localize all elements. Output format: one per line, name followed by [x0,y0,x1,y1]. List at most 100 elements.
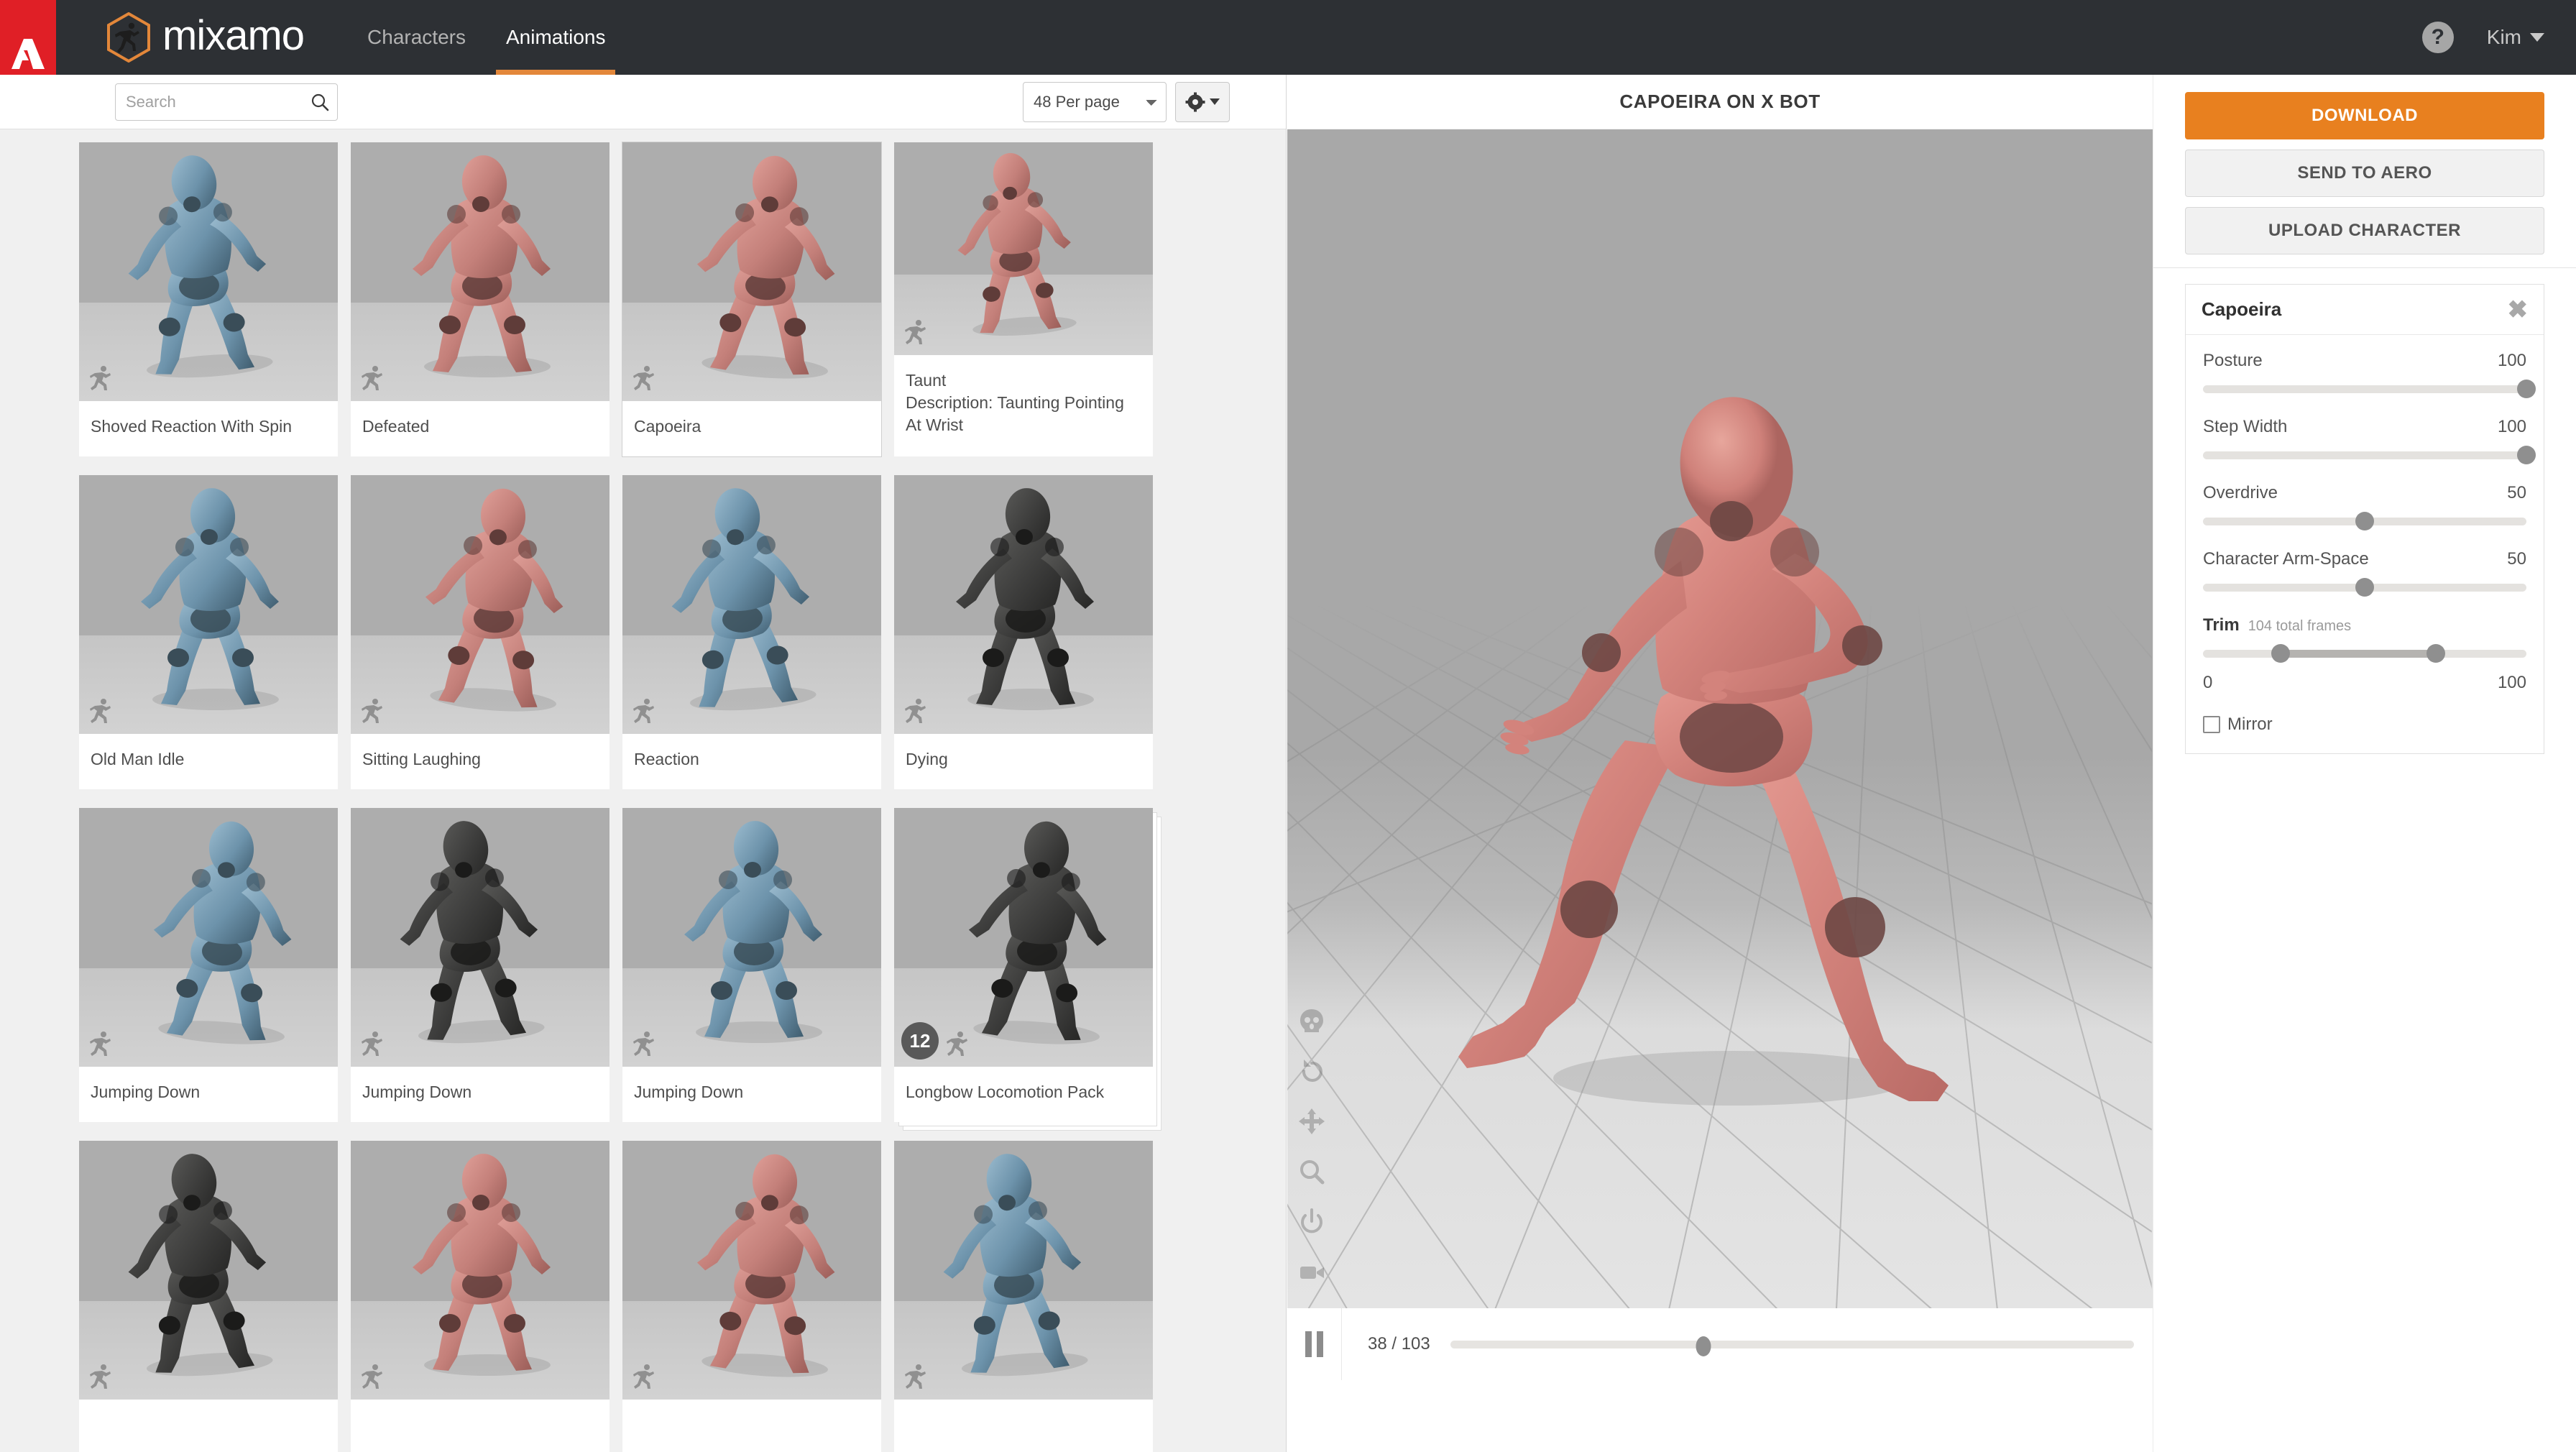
slider-track[interactable] [2203,578,2526,597]
timeline-track [1450,1341,2134,1348]
thumbnail-mannequin [351,475,610,734]
thumbnail-mannequin [622,142,881,401]
user-menu[interactable]: Kim [2487,26,2544,49]
animation-card[interactable]: Jumping Down [622,808,881,1122]
trim-start-knob[interactable] [2271,644,2290,663]
download-button[interactable]: DOWNLOAD [2185,92,2544,139]
animation-description: Description: Taunting Pointing At Wrist [906,392,1141,436]
frame-counter: 38 / 103 [1368,1334,1430,1354]
pack-count-badge: 12 [901,1022,939,1060]
thumbnail-mannequin [79,1141,338,1400]
play-pause-button[interactable] [1287,1308,1342,1380]
animation-thumbnail[interactable] [622,475,881,734]
skeleton-icon[interactable] [1297,1006,1326,1035]
search-input[interactable] [115,83,338,121]
animation-card[interactable]: Jumping Down [351,808,610,1122]
animation-card[interactable]: Shoved Reaction With Spin [79,142,338,456]
trim-track[interactable] [2203,644,2526,663]
slider-track[interactable] [2203,512,2526,530]
slider-knob[interactable] [2517,380,2536,398]
run-icon [904,319,929,345]
slider-label: Overdrive [2203,483,2278,503]
help-icon[interactable]: ? [2422,22,2454,53]
animation-card-label [622,1400,881,1452]
animation-thumbnail[interactable] [79,475,338,734]
slider-track[interactable] [2203,380,2526,398]
animation-thumbnail[interactable] [351,142,610,401]
mixamo-wordmark: mixamo [162,15,304,57]
nav-link-animations[interactable]: Animations [486,0,626,75]
camera-icon[interactable] [1297,1258,1326,1287]
animation-card[interactable] [622,1141,881,1452]
chevron-down-icon [2530,33,2544,42]
animation-title: Jumping Down [362,1081,598,1103]
slider-knob[interactable] [2355,578,2374,597]
mirror-label: Mirror [2227,714,2273,735]
animation-card[interactable] [79,1141,338,1452]
animation-thumbnail[interactable] [79,808,338,1067]
move-icon[interactable] [1297,1107,1326,1136]
timeline-knob[interactable] [1696,1336,1711,1356]
gear-icon [1185,92,1205,112]
viewport-title: CAPOEIRA ON X BOT [1287,75,2153,129]
animation-card[interactable]: TauntDescription: Taunting Pointing At W… [894,142,1153,456]
animation-card[interactable]: Reaction [622,475,881,789]
trim-end-knob[interactable] [2426,644,2445,663]
mirror-checkbox[interactable] [2203,716,2220,733]
slider-knob[interactable] [2517,446,2536,464]
slider-header: Character Arm-Space 50 [2203,549,2526,569]
animation-thumbnail[interactable] [894,475,1153,734]
user-name-label: Kim [2487,26,2521,49]
timeline-slider[interactable] [1450,1336,2134,1352]
slider-header: Overdrive 50 [2203,483,2526,503]
nav-link-characters[interactable]: Characters [347,0,486,75]
adobe-logo[interactable] [0,0,56,75]
animation-thumbnail[interactable] [622,808,881,1067]
animation-grid-scroll-area[interactable]: Shoved Reaction With Spin [0,129,1286,1452]
reset-icon[interactable] [1297,1057,1326,1085]
animation-thumbnail[interactable] [351,475,610,734]
upload-character-button[interactable]: UPLOAD CHARACTER [2185,207,2544,254]
animation-thumbnail[interactable] [351,808,610,1067]
run-icon [632,698,657,724]
per-page-select[interactable]: 48 Per page [1023,82,1167,122]
animation-thumbnail[interactable] [622,142,881,401]
animation-card[interactable]: Capoeira [622,142,881,456]
trim-minmax: 0 100 [2203,673,2526,693]
slider-value: 100 [2498,351,2526,371]
mirror-row: Mirror [2203,714,2526,735]
zoom-icon[interactable] [1297,1157,1326,1186]
animation-card[interactable]: Dying [894,475,1153,789]
animation-card[interactable] [894,1141,1153,1452]
slider-track[interactable] [2203,446,2526,464]
animation-thumbnail[interactable] [894,1141,1153,1400]
slider-header: Step Width 100 [2203,417,2526,437]
close-icon[interactable]: ✖ [2508,298,2529,322]
animation-card[interactable]: Old Man Idle [79,475,338,789]
animation-card-label [894,1400,1153,1452]
animation-title: Sitting Laughing [362,748,598,771]
animation-thumbnail[interactable] [622,1141,881,1400]
settings-menu-button[interactable] [1175,82,1230,122]
animation-thumbnail[interactable] [79,142,338,401]
animation-card-label: Capoeira [622,401,881,456]
mixamo-brand[interactable]: mixamo [106,12,304,63]
animation-thumbnail[interactable]: 12 [894,808,1153,1067]
animation-thumbnail[interactable] [79,1141,338,1400]
send-to-aero-button[interactable]: SEND TO AERO [2185,150,2544,197]
run-icon [89,698,114,724]
power-icon[interactable] [1297,1208,1326,1236]
3d-viewport[interactable]: 38 / 103 [1287,129,2153,1380]
animation-thumbnail[interactable] [351,1141,610,1400]
animation-card[interactable]: Defeated [351,142,610,456]
slider-knob[interactable] [2355,512,2374,530]
character-mannequin [1287,129,2153,1380]
animation-card-label [79,1400,338,1452]
animation-card[interactable]: 12 Longbow Locomotion Pack [894,808,1153,1122]
run-icon [904,698,929,724]
animation-card[interactable] [351,1141,610,1452]
animation-card[interactable]: Jumping Down [79,808,338,1122]
animation-card[interactable]: Sitting Laughing [351,475,610,789]
animation-thumbnail[interactable] [894,142,1153,355]
animation-title: Capoeira [634,415,870,438]
